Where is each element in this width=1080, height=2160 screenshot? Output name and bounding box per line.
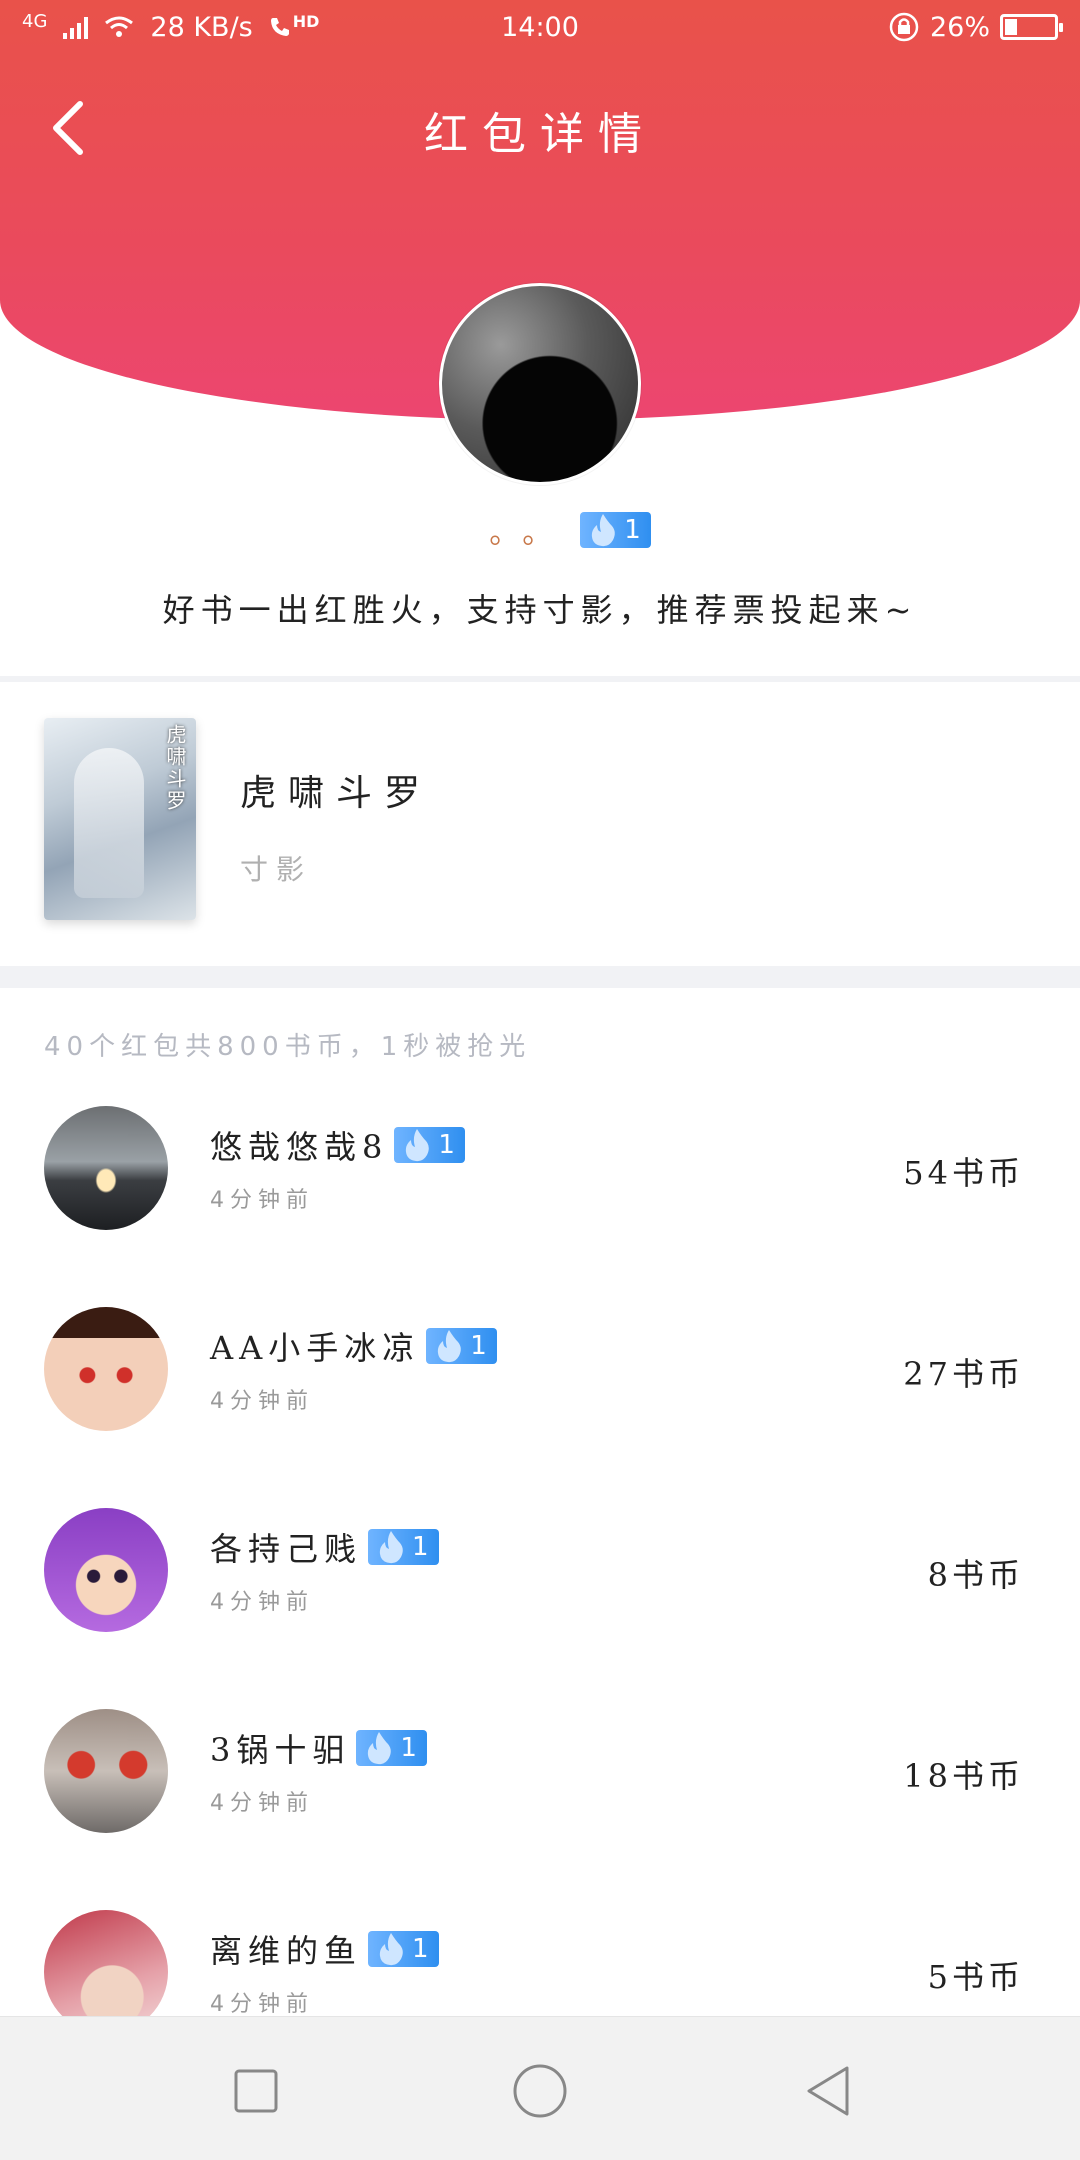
- page-title: 红包详情: [424, 109, 656, 160]
- fan-level-badge: 1: [368, 1931, 439, 1967]
- claim-time: 4分钟前: [210, 1992, 314, 2017]
- claim-time: 4分钟前: [210, 1389, 314, 1414]
- cover-illustration: [74, 748, 144, 898]
- fan-level-badge: 1: [394, 1127, 465, 1163]
- user-name: 离维的鱼: [210, 1932, 363, 1970]
- claim-list: 悠哉悠哉8 1 4分钟前 54书币 AA小手冰凉 1 4分钟前 27书币 各持己…: [0, 1098, 1080, 2103]
- fan-level-badge: 1: [580, 512, 651, 548]
- fan-level: 1: [438, 1130, 455, 1160]
- fan-level: 1: [470, 1331, 487, 1361]
- fan-level: 1: [412, 1532, 429, 1562]
- sender-name[interactable]: 。。: [429, 508, 570, 552]
- flame-icon: [406, 1129, 430, 1162]
- book-title[interactable]: 虎啸斗罗: [240, 764, 432, 816]
- claim-amount: 54书币: [903, 1154, 1024, 1192]
- list-item[interactable]: AA小手冰凉 1 4分钟前 27书币: [0, 1299, 1080, 1500]
- avatar[interactable]: [44, 1106, 168, 1230]
- claim-amount: 27书币: [903, 1355, 1024, 1393]
- cover-title: 虎啸斗罗: [163, 724, 187, 812]
- user-name: 3锅十驲: [210, 1731, 351, 1769]
- avatar[interactable]: [44, 1508, 168, 1632]
- list-item[interactable]: 悠哉悠哉8 1 4分钟前 54书币: [0, 1098, 1080, 1299]
- flame-icon: [379, 1933, 403, 1966]
- claim-amount: 8书币: [927, 1556, 1024, 1594]
- sender-info: 。。 1: [0, 505, 1080, 555]
- flame-icon: [592, 514, 615, 547]
- triangle-back-icon: [807, 2066, 849, 2116]
- fan-level-badge: 1: [356, 1730, 427, 1766]
- claim-time: 4分钟前: [210, 1590, 314, 1615]
- book-author: 寸影: [240, 853, 313, 886]
- red-packet-message: 好书一出红胜火，支持寸影，推荐票投起来~: [162, 591, 918, 629]
- fan-level-badge: 1: [426, 1328, 497, 1364]
- recent-apps-button[interactable]: [228, 2063, 284, 2119]
- square-icon: [234, 2069, 278, 2113]
- flame-icon: [379, 1531, 403, 1564]
- avatar[interactable]: [44, 1709, 168, 1833]
- user-name: 各持己贱: [210, 1530, 363, 1568]
- book-card[interactable]: 虎啸斗罗 虎啸斗罗 寸影: [0, 682, 1080, 966]
- flame-icon: [438, 1330, 462, 1363]
- title-bar: 红包详情: [0, 90, 1080, 170]
- sender-avatar[interactable]: [439, 283, 641, 485]
- network-speed: 28 KB/s: [150, 11, 253, 43]
- red-packet-summary: 40个红包共800书币，1秒被抢光: [44, 1032, 532, 1062]
- avatar[interactable]: [44, 1307, 168, 1431]
- claim-time: 4分钟前: [210, 1791, 314, 1816]
- signal-icon: [63, 15, 89, 39]
- flame-icon: [368, 1732, 392, 1765]
- circle-icon: [513, 2064, 567, 2118]
- back-nav-button[interactable]: [800, 2063, 856, 2119]
- home-button[interactable]: [512, 2063, 568, 2119]
- list-item[interactable]: 3锅十驲 1 4分钟前 18书币: [0, 1701, 1080, 1902]
- back-button[interactable]: [36, 96, 100, 160]
- wifi-icon: [105, 16, 134, 37]
- hd-call-icon: HD: [269, 12, 319, 38]
- claim-amount: 18书币: [903, 1757, 1024, 1795]
- fan-level: 1: [400, 1733, 417, 1763]
- claim-amount: 5书币: [927, 1958, 1024, 1996]
- fan-level: 1: [412, 1934, 429, 1964]
- battery-icon: [1000, 14, 1063, 40]
- system-nav-bar: [0, 2016, 1080, 2160]
- lock-rotation-icon: [889, 12, 919, 42]
- network-label: 4G: [22, 10, 48, 32]
- user-name: AA小手冰凉: [210, 1329, 421, 1367]
- status-bar: 4G 28 KB/s HD 14:00 26%: [0, 0, 1080, 54]
- hd-label: HD: [292, 11, 320, 31]
- battery-percent: 26%: [929, 11, 990, 43]
- fan-level: 1: [624, 515, 641, 545]
- claim-time: 4分钟前: [210, 1188, 314, 1213]
- book-cover[interactable]: 虎啸斗罗: [44, 718, 196, 920]
- user-name: 悠哉悠哉8: [210, 1128, 389, 1166]
- fan-level-badge: 1: [368, 1529, 439, 1565]
- section-divider: [0, 966, 1080, 988]
- list-item[interactable]: 各持己贱 1 4分钟前 8书币: [0, 1500, 1080, 1701]
- chevron-left-icon: [53, 101, 83, 155]
